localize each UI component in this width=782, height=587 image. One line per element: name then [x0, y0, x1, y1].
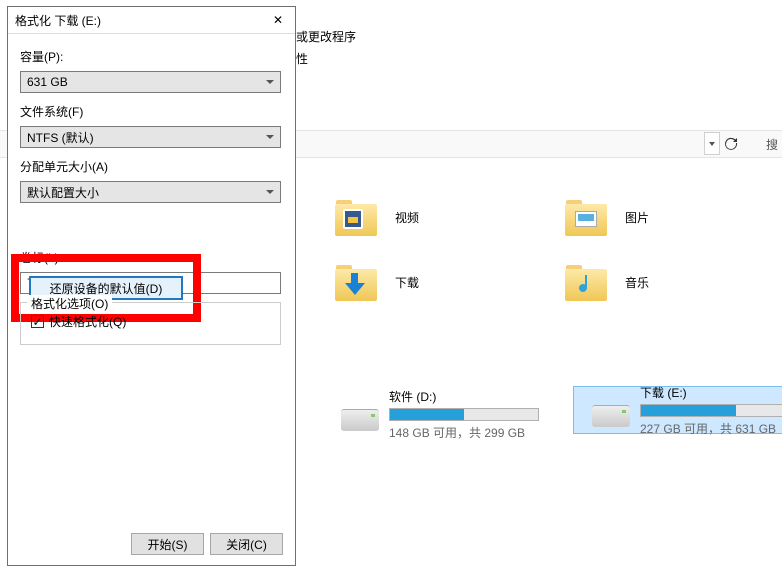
- format-dialog: 格式化 下载 (E:) ✕ 容量(P): 631 GB 文件系统(F) NTFS…: [7, 6, 296, 566]
- chevron-down-icon: [266, 80, 274, 84]
- allocation-label: 分配单元大小(A): [20, 158, 283, 175]
- quick-format-row[interactable]: ✓ 快速格式化(Q): [31, 313, 270, 330]
- quick-format-label: 快速格式化(Q): [49, 313, 126, 330]
- folder-pictures[interactable]: 图片: [535, 190, 765, 245]
- format-options-fieldset: 格式化选项(O) ✓ 快速格式化(Q): [20, 302, 281, 345]
- drive-free-text: 148 GB 可用，共 299 GB: [389, 424, 560, 441]
- close-button[interactable]: ✕: [261, 7, 295, 34]
- drive-name: 下载 (E:): [640, 384, 782, 401]
- search-input[interactable]: 搜: [766, 136, 778, 153]
- folder-label: 图片: [625, 209, 649, 226]
- address-dropdown[interactable]: [704, 132, 720, 155]
- folder-downloads[interactable]: 下载: [305, 255, 535, 310]
- quick-format-checkbox[interactable]: ✓: [31, 315, 44, 328]
- folder-videos[interactable]: 视频: [305, 190, 535, 245]
- drive-icon: [592, 405, 630, 427]
- filesystem-value: NTFS (默认): [27, 129, 94, 146]
- close-label: 关闭(C): [226, 536, 267, 553]
- drive-usage-bar: [640, 404, 782, 417]
- allocation-combo[interactable]: 默认配置大小: [20, 181, 281, 203]
- refresh-icon: [724, 137, 738, 151]
- context-menu-item[interactable]: 或更改程序: [296, 28, 356, 45]
- filesystem-label: 文件系统(F): [20, 103, 283, 120]
- folder-icon: [565, 265, 607, 301]
- close-icon: ✕: [273, 13, 283, 27]
- drive-name: 软件 (D:): [389, 388, 560, 405]
- folders-group: 视频 图片 下载 音乐: [305, 190, 780, 310]
- folder-label: 视频: [395, 209, 419, 226]
- folder-label: 下载: [395, 274, 419, 291]
- drive-usage-bar: [389, 408, 539, 421]
- folder-icon: [565, 200, 607, 236]
- capacity-value: 631 GB: [27, 75, 68, 89]
- filesystem-combo[interactable]: NTFS (默认): [20, 126, 281, 148]
- chevron-down-icon: [266, 135, 274, 139]
- drive-icon: [341, 409, 379, 431]
- check-icon: ✓: [32, 317, 42, 327]
- close-dialog-button[interactable]: 关闭(C): [210, 533, 283, 555]
- drive-e[interactable]: 下载 (E:) 227 GB 可用，共 631 GB: [573, 386, 782, 434]
- capacity-combo[interactable]: 631 GB: [20, 71, 281, 93]
- chevron-down-icon: [266, 190, 274, 194]
- folder-icon: [335, 265, 377, 301]
- drive-d[interactable]: 软件 (D:) 148 GB 可用，共 299 GB: [323, 390, 560, 438]
- start-button[interactable]: 开始(S): [131, 533, 204, 555]
- context-menu-item[interactable]: 性: [296, 50, 308, 67]
- restore-defaults-label: 还原设备的默认值(D): [50, 280, 163, 297]
- folder-music[interactable]: 音乐: [535, 255, 765, 310]
- allocation-value: 默认配置大小: [27, 184, 99, 201]
- drive-free-text: 227 GB 可用，共 631 GB: [640, 420, 782, 437]
- capacity-label: 容量(P):: [20, 48, 283, 65]
- refresh-button[interactable]: [722, 132, 740, 155]
- start-label: 开始(S): [148, 536, 188, 553]
- dialog-title: 格式化 下载 (E:): [15, 12, 261, 29]
- folder-icon: [335, 200, 377, 236]
- chevron-down-icon: [709, 142, 715, 146]
- dialog-titlebar[interactable]: 格式化 下载 (E:) ✕: [8, 7, 295, 34]
- folder-label: 音乐: [625, 274, 649, 291]
- format-options-legend: 格式化选项(O): [27, 295, 112, 312]
